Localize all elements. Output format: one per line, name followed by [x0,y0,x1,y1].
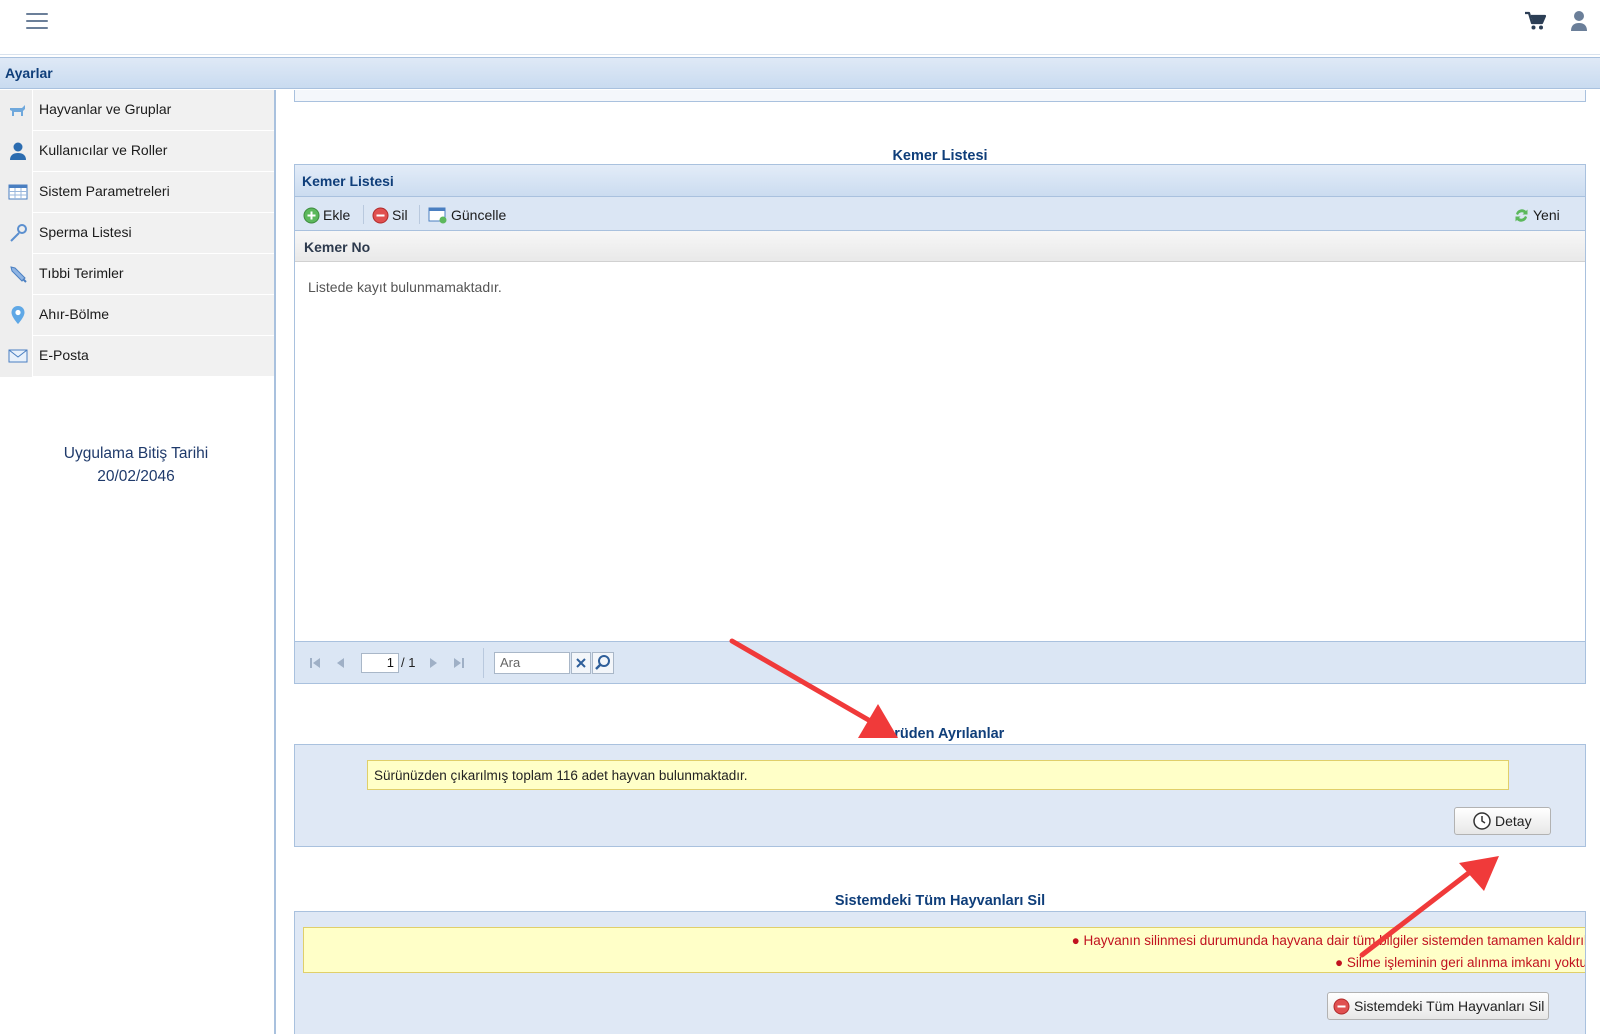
last-page-icon[interactable] [451,655,467,671]
delete-icon [372,207,389,223]
grid-pager: 1 / 1 Ara [295,641,1585,683]
expiry-date: 20/02/2046 [97,468,175,485]
delete-button[interactable]: Sil [372,205,408,225]
clock-icon [1473,812,1491,830]
pipette-icon [0,213,33,254]
delete-warning-1: ● Hayvanın silinmesi durumunda hayvana d… [1071,933,1585,948]
delete-all-animals-button[interactable]: Sistemdeki Tüm Hayvanları Sil [1327,992,1549,1020]
clear-search-icon[interactable] [571,652,591,674]
sidebar-item-label: Hayvanlar ve Gruplar [39,101,172,117]
update-label: Güncelle [451,207,507,223]
envelope-icon [0,336,33,377]
sidebar-item-system-parameters[interactable]: Sistem Parametreleri [0,172,274,213]
top-bar [0,0,1600,55]
delete-warning-box: ● Hayvanın silinmesi durumunda hayvana d… [303,927,1585,973]
delete-all-panel: ● Hayvanın silinmesi durumunda hayvana d… [294,911,1586,1034]
sidebar-item-label: Ahır-Bölme [39,306,110,322]
expiry-label: Uygulama Bitiş Tarihi [63,445,209,462]
empty-list-message: Listede kayıt bulunmamaktadır. [308,279,502,295]
column-header-label: Kemer No [304,239,371,255]
delete-warning-2: ● Silme işleminin geri alınma imkanı yok… [1335,955,1585,970]
user-icon[interactable] [1570,10,1592,34]
detail-label: Detay [1495,813,1532,829]
delete-all-label: Sistemdeki Tüm Hayvanları Sil [1354,998,1545,1014]
left-herd-section-title: Sürüden Ayrılanlar [875,726,1005,742]
sidebar-item-label: Sperma Listesi [39,224,132,240]
update-button[interactable]: Güncelle [428,205,506,225]
belt-grid: Kemer Listesi Ekle Sil Güncelle Yeni Kem… [294,164,1586,684]
sidebar-item-animals-groups[interactable]: Hayvanlar ve Gruplar [0,90,274,131]
sidebar-item-label: E-Posta [39,347,89,363]
sidebar-item-label: Sistem Parametreleri [39,183,170,199]
sidebar-menu: Hayvanlar ve Gruplar Kullanıcılar ve Rol… [0,90,274,377]
refresh-icon [1515,208,1528,222]
top-panel-remnant [294,90,1586,102]
settings-header-bar: Ayarlar [0,57,1600,89]
add-label: Ekle [323,207,351,223]
grid-header: Kemer Listesi [295,165,1585,197]
hamburger-icon[interactable] [26,13,48,31]
sidebar-item-barn-section[interactable]: Ahır-Bölme [0,295,274,336]
left-herd-panel: Sürünüzden çıkarılmış toplam 116 adet ha… [294,744,1586,847]
page-number-input[interactable]: 1 [361,653,399,673]
delete-icon [1333,998,1350,1014]
shopping-cart-icon[interactable] [1524,11,1548,33]
settings-header-title: Ayarlar [5,65,53,81]
map-pin-icon [0,295,33,336]
search-icon[interactable] [592,652,614,674]
add-icon [303,207,320,223]
animal-icon [0,90,33,131]
search-input[interactable]: Ara [494,652,570,674]
app-expiry-info: Uygulama Bitiş Tarihi 20/02/2046 [2,442,270,490]
first-page-icon[interactable] [307,655,323,671]
next-page-icon[interactable] [425,655,441,671]
detail-button[interactable]: Detay [1454,807,1551,835]
sidebar-item-label: Kullanıcılar ve Roller [39,142,168,158]
delete-label: Sil [392,207,408,223]
sidebar-item-sperm-list[interactable]: Sperma Listesi [0,213,274,254]
left-herd-message: Sürünüzden çıkarılmış toplam 116 adet ha… [367,760,1509,790]
prev-page-icon[interactable] [333,655,349,671]
grid-title: Kemer Listesi [302,173,394,189]
sidebar-item-email[interactable]: E-Posta [0,336,274,377]
sidebar-item-label: Tıbbi Terimler [39,265,124,281]
page-total: / 1 [401,655,416,670]
add-button[interactable]: Ekle [303,205,350,225]
refresh-label: Yeni [1533,207,1560,223]
sidebar-item-medical-terms[interactable]: Tıbbi Terimler [0,254,274,295]
column-header-belt-no[interactable]: Kemer No [295,231,1585,262]
sidebar-item-users-roles[interactable]: Kullanıcılar ve Roller [0,131,274,172]
table-icon [0,172,33,213]
sidebar: Hayvanlar ve Gruplar Kullanıcılar ve Rol… [0,90,276,1034]
delete-all-section-title: Sistemdeki Tüm Hayvanları Sil [834,893,1046,909]
user-icon [0,131,33,172]
belt-section-title: Kemer Listesi [892,148,988,164]
grid-toolbar: Ekle Sil Güncelle Yeni [295,197,1585,231]
syringe-icon [0,254,33,295]
refresh-button[interactable]: Yeni [1513,205,1560,225]
edit-window-icon [428,207,447,224]
